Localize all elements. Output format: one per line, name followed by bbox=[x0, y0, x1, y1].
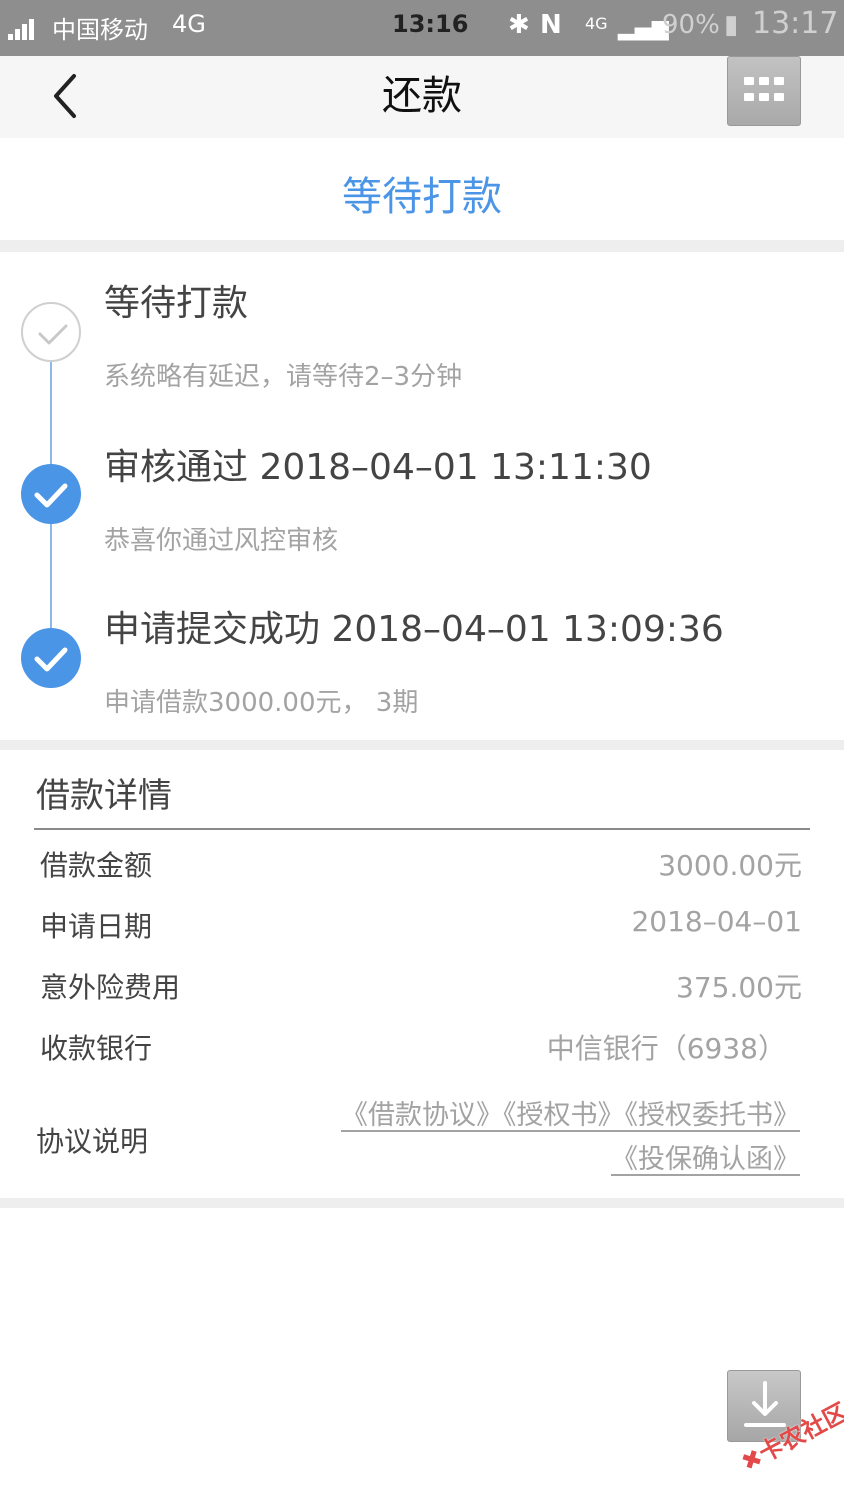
step-description: 恭喜你通过风控审核 bbox=[104, 526, 339, 556]
network-4g-icon: 4G bbox=[585, 14, 608, 33]
details-title: 借款详情 bbox=[36, 776, 172, 816]
step-title: 审核通过 2018–04–01 13:11:30 bbox=[104, 447, 652, 488]
signal-icon bbox=[8, 16, 44, 40]
section-divider bbox=[0, 240, 844, 252]
row-value-insurance-fee: 375.00元 bbox=[676, 971, 802, 1004]
battery-percent: 90% bbox=[662, 10, 720, 40]
timeline-connector bbox=[50, 360, 52, 464]
battery-icon: ▮ bbox=[724, 10, 739, 40]
step-description: 系统略有延迟，请等待2–3分钟 bbox=[104, 362, 463, 392]
agreement-label: 协议说明 bbox=[36, 1125, 149, 1158]
agreement-link-authorization[interactable]: 《授权书》 bbox=[503, 1100, 625, 1131]
row-label-loan-amount: 借款金额 bbox=[40, 849, 153, 882]
step-description: 申请借款3000.00元， 3期 bbox=[104, 688, 419, 718]
step-pending-icon bbox=[21, 302, 81, 362]
bluetooth-icon: ✱ bbox=[508, 10, 530, 40]
progress-timeline: 等待打款 系统略有延迟，请等待2–3分钟 审核通过 2018–04–01 13:… bbox=[0, 252, 844, 740]
nav-bar: 还款 bbox=[0, 56, 844, 138]
step-title: 等待打款 bbox=[104, 283, 249, 324]
agreement-link-loan[interactable]: 《借款协议》 bbox=[341, 1100, 503, 1131]
menu-grid-button[interactable] bbox=[727, 56, 801, 126]
carrier-name: 中国移动 bbox=[52, 16, 148, 44]
clock: 13:16 bbox=[392, 10, 469, 38]
agreement-link-insurance-confirmation[interactable]: 《投保确认函》 bbox=[611, 1144, 800, 1175]
agreement-links: 《借款协议》《授权书》《授权委托书》 《投保确认函》 bbox=[270, 1095, 800, 1183]
agreement-link-power-of-attorney[interactable]: 《授权委托书》 bbox=[625, 1100, 801, 1131]
section-divider bbox=[0, 1198, 844, 1208]
details-divider bbox=[34, 828, 810, 830]
timeline-connector bbox=[50, 524, 52, 628]
network-type: 4G bbox=[172, 10, 206, 38]
row-label-insurance-fee: 意外险费用 bbox=[40, 971, 181, 1004]
row-label-apply-date: 申请日期 bbox=[40, 910, 153, 943]
row-value-bank: 中信银行（6938） bbox=[546, 1032, 786, 1065]
row-label-bank: 收款银行 bbox=[40, 1032, 153, 1065]
status-banner-text: 等待打款 bbox=[342, 174, 502, 220]
nfc-icon: N bbox=[540, 10, 562, 40]
status-banner: 等待打款 bbox=[0, 138, 844, 240]
status-bar: 中国移动 4G 13:16 ✱ N 4G ▂▄▆ 90% ▮ 13:17 bbox=[0, 0, 844, 56]
overlay-clock: 13:17 bbox=[752, 6, 839, 41]
page-title: 还款 bbox=[382, 73, 462, 119]
row-value-apply-date: 2018–04–01 bbox=[631, 905, 802, 938]
step-done-check-icon bbox=[21, 628, 81, 688]
step-done-check-icon bbox=[21, 464, 81, 524]
loan-details-panel: 借款详情 借款金额 3000.00元 申请日期 2018–04–01 意外险费用… bbox=[0, 750, 844, 1198]
row-value-loan-amount: 3000.00元 bbox=[658, 849, 802, 882]
step-title: 申请提交成功 2018–04–01 13:09:36 bbox=[104, 609, 724, 650]
section-divider bbox=[0, 740, 844, 750]
